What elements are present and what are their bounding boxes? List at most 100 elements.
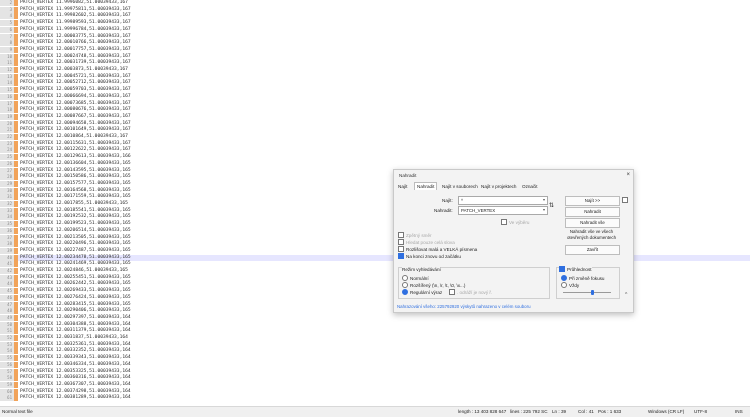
editor-line[interactable]: 20 PATCH_VERTEX 12.00094658,51.00039433,1… (0, 120, 750, 127)
editor-line[interactable]: 2 PATCH_VERTEX 11.9996082,51.00039433,167 (0, 0, 750, 6)
tab-mark[interactable]: Označit (522, 184, 538, 189)
chevron-down-icon[interactable]: ▾ (543, 197, 545, 202)
editor-line[interactable]: 35 PATCH_VERTEX 12.00199523,51.00039433,1… (0, 221, 750, 228)
whole-word-checkbox[interactable]: Hledat pouze celá slova (398, 239, 455, 245)
editor-line[interactable]: 57 PATCH_VERTEX 12.00353325,51.00039433,1… (0, 368, 750, 375)
editor-line[interactable]: 14 PATCH_VERTEX 12.00052712,51.00039433,1… (0, 80, 750, 87)
editor-line[interactable]: 24 PATCH_VERTEX 12.00122622,51.00039433,1… (0, 147, 750, 154)
editor-line[interactable]: 16 PATCH_VERTEX 12.00066694,51.00039433,1… (0, 93, 750, 100)
editor-line[interactable]: 9 PATCH_VERTEX 12.00017757,51.00039433,16… (0, 46, 750, 53)
editor-line[interactable]: 51 PATCH_VERTEX 12.00311379,51.00039433,1… (0, 328, 750, 335)
transparency-checkbox[interactable]: Průhlednost (559, 266, 592, 272)
in-selection-label: Ve výběru (509, 219, 530, 225)
find-input[interactable]: ^ ▾ (458, 196, 548, 205)
editor-line[interactable]: 33 PATCH_VERTEX 12.00185541,51.00039433,1… (0, 207, 750, 214)
backward-checkbox[interactable]: Zpětný směr (398, 232, 432, 238)
editor-line[interactable]: 61 PATCH_VERTEX 12.00381289,51.00039433,1… (0, 395, 750, 402)
editor-line[interactable]: 46 PATCH_VERTEX 12.00276424,51.00039433,1… (0, 294, 750, 301)
editor-line[interactable]: 44 PATCH_VERTEX 12.00262442,51.00039433,1… (0, 281, 750, 288)
editor-line[interactable]: 56 PATCH_VERTEX 12.00346334,51.00039433,1… (0, 361, 750, 368)
editor-area[interactable]: 2 PATCH_VERTEX 11.9996082,51.00039433,167… (0, 0, 750, 406)
replace-button[interactable]: Nahradit (565, 207, 620, 217)
editor-line[interactable]: 15 PATCH_VERTEX 12.00059703,51.00039433,1… (0, 87, 750, 94)
editor-line[interactable]: 25 PATCH_VERTEX 12.00129613,51.00039433,1… (0, 154, 750, 161)
find-next-button[interactable]: Najít >> (565, 196, 620, 206)
editor-line[interactable]: 34 PATCH_VERTEX 12.00192532,51.00039433,1… (0, 214, 750, 221)
editor-line[interactable]: 48 PATCH_VERTEX 12.00290406,51.00039433,1… (0, 308, 750, 315)
editor-line[interactable]: 28 PATCH_VERTEX 12.00150586,51.00039433,1… (0, 174, 750, 181)
editor-line[interactable]: 47 PATCH_VERTEX 12.00283415,51.00039433,1… (0, 301, 750, 308)
tab-find-in-files[interactable]: Najít v souborech (442, 184, 478, 189)
editor-line[interactable]: 55 PATCH_VERTEX 12.00339343,51.00039433,1… (0, 355, 750, 362)
tab-replace[interactable]: Nahradit (414, 182, 438, 190)
editor-line[interactable]: 13 PATCH_VERTEX 12.00045721,51.00039433,1… (0, 73, 750, 80)
close-icon[interactable]: × (626, 172, 630, 178)
editor-line[interactable]: 22 PATCH_VERTEX 12.0010864,51.00039433,16… (0, 134, 750, 140)
editor-line[interactable]: 21 PATCH_VERTEX 12.00101649,51.00039433,1… (0, 127, 750, 134)
transparency-slider-track[interactable] (563, 292, 611, 293)
dialog-titlebar[interactable]: Nahradit × (394, 170, 633, 180)
replace-all-button[interactable]: Nahradit vše (565, 218, 620, 228)
mode-regex-radio[interactable]: Regulární výraz (402, 289, 442, 295)
chevron-down-icon[interactable]: ▾ (543, 207, 545, 212)
editor-line[interactable]: 12 PATCH_VERTEX 12.0003873,51.00039433,16… (0, 67, 750, 73)
editor-line[interactable]: 31 PATCH_VERTEX 12.00171559,51.00039433,1… (0, 194, 750, 201)
editor-line[interactable]: 39 PATCH_VERTEX 12.00227487,51.00039433,1… (0, 247, 750, 254)
tab-find[interactable]: Najít (398, 184, 407, 189)
line-text: PATCH_VERTEX 12.00374298,51.00039433,164 (20, 388, 131, 394)
editor-line[interactable]: 40 PATCH_VERTEX 12.00234478,51.00039433,1… (0, 254, 750, 261)
editor-line[interactable]: 3 PATCH_VERTEX 11.99975811,51.00039433,16… (0, 6, 750, 13)
match-case-checkbox[interactable]: Rozlišovat malá a VELKÁ písmena (398, 246, 477, 252)
line-number: 18 (7, 107, 12, 113)
editor-line[interactable]: 7 PATCH_VERTEX 12.00003775,51.00039433,16… (0, 33, 750, 40)
chevron-up-icon[interactable]: ^ (625, 292, 627, 298)
editor-line[interactable]: 27 PATCH_VERTEX 12.00143595,51.00039433,1… (0, 167, 750, 174)
find-next-option-checkbox[interactable] (622, 197, 628, 203)
editor-line[interactable]: 36 PATCH_VERTEX 12.00206514,51.00039433,1… (0, 227, 750, 234)
editor-line[interactable]: 37 PATCH_VERTEX 12.00213505,51.00039433,1… (0, 234, 750, 241)
line-number: 12 (7, 67, 12, 72)
mode-extended-radio[interactable]: Rozšířený (\n, \r, \t, \0, \x...) (402, 282, 465, 288)
always-radio[interactable]: Vždy (561, 282, 579, 288)
editor-line[interactable]: 4 PATCH_VERTEX 11.99982602,51.00039433,16… (0, 13, 750, 20)
editor-line[interactable]: 8 PATCH_VERTEX 12.00010766,51.00039433,16… (0, 40, 750, 47)
editor-line[interactable]: 52 PATCH_VERTEX 12.0031837,51.00039433,16… (0, 335, 750, 341)
editor-line[interactable]: 11 PATCH_VERTEX 12.00031739,51.00039433,1… (0, 60, 750, 67)
dot-newline-checkbox[interactable]: . odráží je nový ř. (449, 289, 492, 295)
editor-line[interactable]: 23 PATCH_VERTEX 12.00115631,51.00039433,1… (0, 140, 750, 147)
editor-line[interactable]: 5 PATCH_VERTEX 11.99989593,51.00039433,16… (0, 20, 750, 27)
editor-line[interactable]: 18 PATCH_VERTEX 12.00080676,51.00039433,1… (0, 107, 750, 114)
transparency-slider-handle[interactable] (591, 290, 594, 295)
editor-line[interactable]: 17 PATCH_VERTEX 12.00073685,51.00039433,1… (0, 100, 750, 107)
editor-line[interactable]: 45 PATCH_VERTEX 12.00269433,51.00039433,1… (0, 288, 750, 295)
change-marker (14, 127, 18, 134)
replace-input[interactable]: PATCH_VERTEX ▾ (458, 206, 548, 215)
mode-normal-radio[interactable]: Normální (402, 275, 429, 281)
editor-line[interactable]: 53 PATCH_VERTEX 12.00325361,51.00039433,1… (0, 341, 750, 348)
editor-line[interactable]: 59 PATCH_VERTEX 12.00367307,51.00039433,1… (0, 381, 750, 388)
editor-line[interactable]: 49 PATCH_VERTEX 12.00297397,51.00039433,1… (0, 314, 750, 321)
editor-line[interactable]: 60 PATCH_VERTEX 12.00374298,51.00039433,1… (0, 388, 750, 395)
editor-line[interactable]: 43 PATCH_VERTEX 12.00255451,51.00039433,1… (0, 274, 750, 281)
editor-line[interactable]: 42 PATCH_VERTEX 12.0024846,51.00039433,16… (0, 268, 750, 274)
wrap-around-checkbox[interactable]: Na konci znovu od začátku (398, 253, 461, 259)
editor-line[interactable]: 32 PATCH_VERTEX 12.0017855,51.00039433,16… (0, 201, 750, 207)
editor-line[interactable]: 50 PATCH_VERTEX 12.00304388,51.00039433,1… (0, 321, 750, 328)
editor-line[interactable]: 38 PATCH_VERTEX 12.00220496,51.00039433,1… (0, 241, 750, 248)
editor-line[interactable]: 6 PATCH_VERTEX 11.99996784,51.00039433,16… (0, 26, 750, 33)
swap-icon[interactable]: ⇅ (549, 202, 554, 209)
editor-line[interactable]: 29 PATCH_VERTEX 12.00157577,51.00039433,1… (0, 180, 750, 187)
editor-line[interactable]: 19 PATCH_VERTEX 12.00087667,51.00039433,1… (0, 113, 750, 120)
editor-line[interactable]: 26 PATCH_VERTEX 12.00136604,51.00039433,1… (0, 160, 750, 167)
editor-line[interactable]: 41 PATCH_VERTEX 12.00241469,51.00039433,1… (0, 261, 750, 268)
editor-line[interactable]: 30 PATCH_VERTEX 12.00164568,51.00039433,1… (0, 187, 750, 194)
tab-find-in-projects[interactable]: Najít v projektech (481, 184, 517, 189)
close-button[interactable]: Zavřít (565, 245, 620, 255)
editor-line[interactable]: 54 PATCH_VERTEX 12.00332352,51.00039433,1… (0, 348, 750, 355)
editor-line[interactable]: 58 PATCH_VERTEX 12.00360316,51.00039433,1… (0, 375, 750, 382)
on-focus-radio[interactable]: Při změně fokusu (561, 275, 605, 281)
replace-all-open-docs-button[interactable]: Nahradit vše ve všech otevřených dokumen… (565, 229, 618, 243)
in-selection-checkbox[interactable]: Ve výběru (501, 219, 529, 225)
line-number: 59 (7, 381, 12, 387)
editor-line[interactable]: 10 PATCH_VERTEX 12.00024748,51.00039433,1… (0, 53, 750, 60)
